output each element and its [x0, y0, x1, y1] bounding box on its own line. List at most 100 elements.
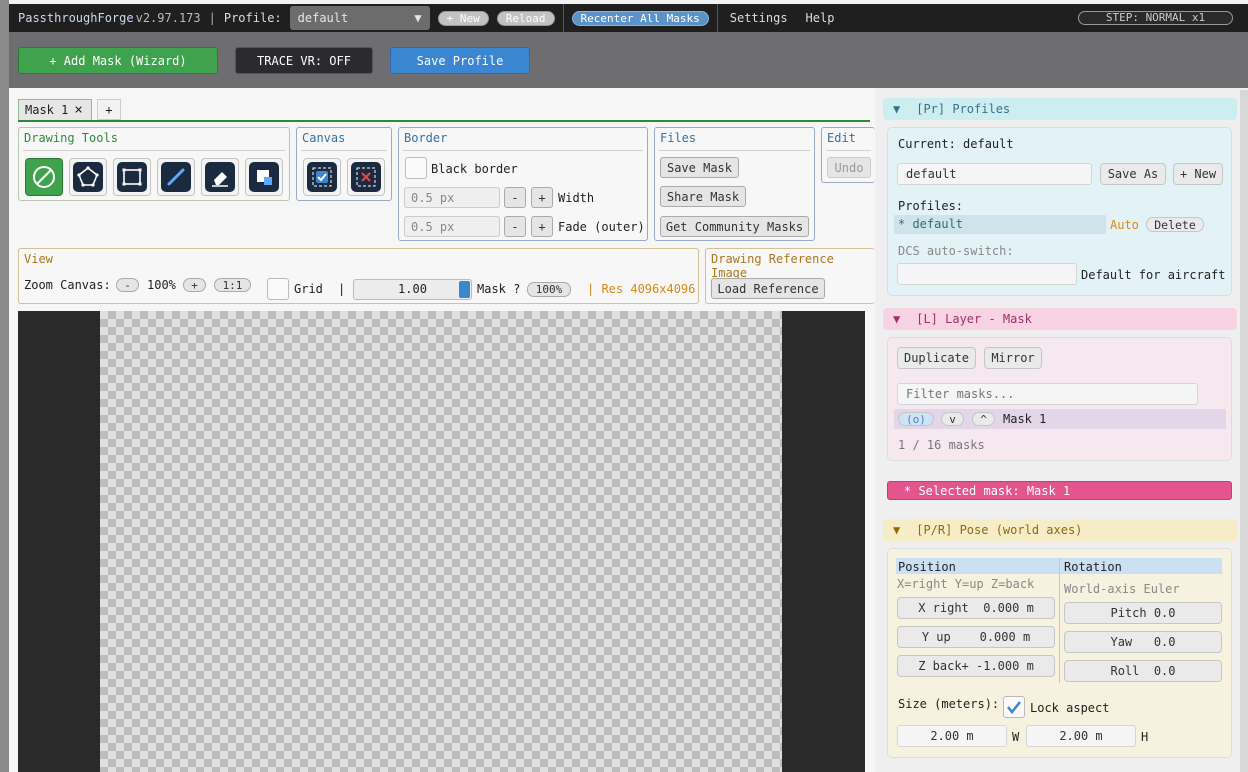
move-down-button[interactable]: v: [941, 412, 964, 426]
canvas-transparent-area[interactable]: [100, 311, 782, 772]
window-left-edge: [0, 0, 9, 772]
tool-polygon[interactable]: [69, 158, 107, 196]
save-as-button[interactable]: Save As: [1100, 163, 1166, 185]
menu-bar: PassthroughForge v2.97.173 | Profile: de…: [9, 4, 1248, 32]
black-border-checkbox[interactable]: [405, 157, 427, 179]
grid-checkbox[interactable]: [267, 278, 289, 300]
tool-eraser[interactable]: [201, 158, 239, 196]
euler-hint: World-axis Euler: [1064, 582, 1180, 596]
new-profile-button[interactable]: + New: [1173, 163, 1223, 185]
width-input[interactable]: 2.00 m: [897, 725, 1007, 747]
close-icon[interactable]: ×: [74, 102, 82, 118]
border-width-label: Width: [558, 191, 595, 205]
lock-aspect-label: Lock aspect: [1030, 701, 1110, 715]
position-y-field[interactable]: Y up 0.000 m: [897, 626, 1055, 648]
tab-mask-1[interactable]: Mask 1 ×: [18, 99, 92, 120]
divider: [23, 150, 285, 151]
pen-icon: [167, 168, 185, 186]
border-width-increment[interactable]: +: [531, 187, 553, 208]
divider: [403, 150, 643, 151]
rotation-yaw-field[interactable]: Yaw 0.0: [1064, 631, 1222, 653]
separator: |: [338, 282, 346, 296]
chevron-down-icon: ▼: [893, 312, 901, 326]
load-reference-button[interactable]: Load Reference: [711, 278, 825, 299]
zoom-in-button[interactable]: +: [183, 278, 206, 292]
trace-vr-toggle[interactable]: TRACE VR: OFF: [235, 47, 373, 74]
profiles-section-header[interactable]: ▼ [Pr] Profiles: [883, 98, 1237, 120]
rotation-header: Rotation: [1064, 560, 1122, 574]
side-panel-scrollbar[interactable]: [1240, 90, 1248, 772]
fade-label: Fade (outer): [558, 220, 645, 234]
fade-decrement[interactable]: -: [504, 216, 526, 237]
group-title: Files: [660, 131, 697, 145]
dcs-auto-switch-label: DCS auto-switch:: [898, 244, 1014, 258]
separator: |: [208, 11, 216, 25]
layer-section-header[interactable]: ▼ [L] Layer - Mask: [883, 308, 1237, 330]
fade-increment[interactable]: +: [531, 216, 553, 237]
border-width-decrement[interactable]: -: [504, 187, 526, 208]
mask-opacity-slider[interactable]: 1.00: [353, 279, 472, 300]
axes-hint: X=right Y=up Z=back: [897, 577, 1035, 591]
profile-list-item[interactable]: * default: [894, 215, 1106, 234]
delete-profile-button[interactable]: Delete: [1146, 217, 1204, 232]
divider: [562, 4, 564, 32]
mask-opacity-percent[interactable]: 100%: [527, 282, 571, 297]
auto-tag[interactable]: Auto: [1110, 218, 1139, 232]
zoom-out-button[interactable]: -: [116, 278, 139, 292]
zoom-reset-button[interactable]: 1:1: [214, 278, 251, 292]
tool-none[interactable]: [25, 158, 63, 196]
clear-canvas-button[interactable]: [347, 158, 385, 196]
duplicate-button[interactable]: Duplicate: [897, 347, 976, 369]
chevron-down-icon: ▼: [893, 102, 901, 116]
mirror-button[interactable]: Mirror: [984, 347, 1042, 369]
slider-handle[interactable]: [459, 281, 470, 298]
menu-help[interactable]: Help: [806, 11, 835, 25]
lock-aspect-checkbox[interactable]: [1003, 696, 1025, 718]
pose-section-header[interactable]: ▼ [P/R] Pose (world axes): [883, 519, 1237, 541]
profile-select[interactable]: default ▼: [289, 6, 430, 30]
save-profile-button[interactable]: Save Profile: [390, 47, 530, 74]
visibility-toggle[interactable]: (o): [898, 412, 934, 426]
resolution-label: | Res 4096x4096: [587, 282, 696, 296]
menu-settings[interactable]: Settings: [730, 11, 788, 25]
step-indicator[interactable]: STEP: NORMAL x1: [1078, 11, 1233, 25]
profile-name-input[interactable]: default: [897, 163, 1092, 185]
select-all-button[interactable]: [303, 158, 341, 196]
community-masks-button[interactable]: Get Community Masks: [660, 216, 809, 237]
drawing-tools-group: Drawing Tools: [18, 127, 290, 201]
tool-pen[interactable]: [157, 158, 195, 196]
rotation-roll-field[interactable]: Roll 0.0: [1064, 660, 1222, 682]
position-z-field[interactable]: Z back+ -1.000 m: [897, 655, 1055, 677]
border-width-input[interactable]: 0.5 px: [404, 187, 500, 208]
tool-fill[interactable]: [245, 158, 283, 196]
dcs-aircraft-input[interactable]: [897, 263, 1077, 285]
polygon-icon: [77, 166, 99, 187]
select-all-icon: [312, 167, 332, 187]
filter-masks-input[interactable]: [897, 383, 1198, 405]
default-for-aircraft-label: Default for aircraft: [1081, 268, 1226, 282]
width-label: W: [1012, 730, 1020, 744]
mask-count: 1 / 16 masks: [898, 438, 985, 452]
chevron-down-icon: ▼: [414, 11, 422, 25]
add-tab-button[interactable]: +: [97, 99, 121, 120]
new-profile-button[interactable]: + New: [437, 10, 489, 26]
undo-button[interactable]: Undo: [827, 157, 871, 178]
section-title: [Pr] Profiles: [916, 102, 1011, 116]
recenter-all-button[interactable]: Recenter All Masks: [571, 10, 709, 26]
fade-input[interactable]: 0.5 px: [404, 216, 500, 237]
tool-rectangle[interactable]: [113, 158, 151, 196]
reload-button[interactable]: Reload: [496, 10, 555, 26]
add-mask-wizard-button[interactable]: + Add Mask (Wizard): [18, 47, 218, 74]
group-title: View: [24, 252, 53, 266]
share-mask-button[interactable]: Share Mask: [660, 186, 746, 207]
height-label: H: [1141, 730, 1149, 744]
tab-underline: [18, 120, 870, 122]
height-input[interactable]: 2.00 m: [1026, 725, 1136, 747]
position-x-field[interactable]: X right 0.000 m: [897, 597, 1055, 619]
profile-select-value: default: [297, 11, 349, 25]
rotation-pitch-field[interactable]: Pitch 0.0: [1064, 602, 1222, 624]
eraser-icon: [212, 172, 228, 187]
save-mask-button[interactable]: Save Mask: [660, 157, 739, 178]
group-title: Canvas: [302, 131, 346, 145]
move-up-button[interactable]: ^: [972, 412, 995, 426]
